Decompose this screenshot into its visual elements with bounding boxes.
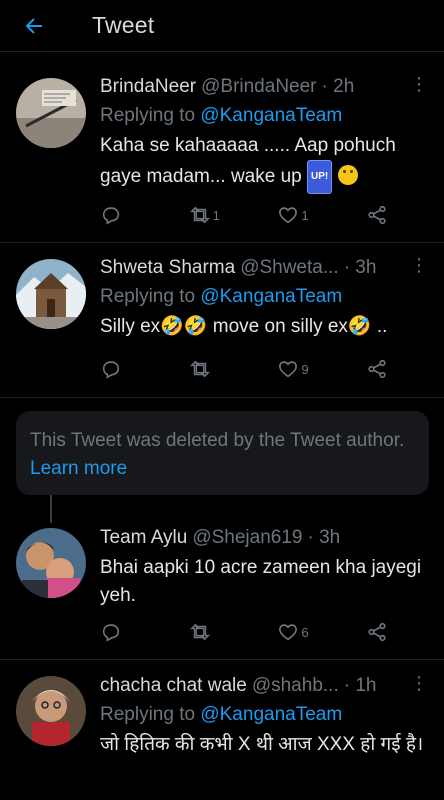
- retweet-button[interactable]: [189, 621, 261, 643]
- tweet-time: · 2h: [321, 76, 355, 97]
- avatar[interactable]: [16, 78, 86, 148]
- heart-icon: [279, 207, 298, 224]
- more-icon[interactable]: ⋮: [410, 255, 428, 275]
- replying-to: Replying to @KanganaTeam: [100, 286, 343, 307]
- tweet-actions: 1 1: [100, 203, 390, 227]
- tweet-item[interactable]: Shweta Sharma @Shweta... · 3h ⋮ Replying…: [0, 243, 444, 398]
- author-name[interactable]: BrindaNeer: [100, 74, 196, 100]
- arrow-left-icon: [25, 17, 42, 34]
- tweet-actions: 6: [100, 620, 390, 644]
- tweet-actions: 9: [100, 357, 390, 381]
- tweet-item[interactable]: Team Aylu @Shejan619 · 3h Bhai aapki 10 …: [0, 508, 444, 660]
- tweet-item[interactable]: BrindaNeer @BrindaNeer · 2h ⋮ Replying t…: [0, 60, 444, 243]
- retweet-icon: [189, 623, 210, 641]
- learn-more-link[interactable]: Learn more: [30, 458, 127, 479]
- reply-button[interactable]: [100, 621, 172, 643]
- tweet-text: जो हितिक की कभी X थी आज XXX हो गई है।: [100, 734, 424, 755]
- avatar[interactable]: [16, 259, 86, 329]
- author-handle[interactable]: @Shweta...: [240, 255, 339, 281]
- more-icon[interactable]: ⋮: [410, 673, 428, 693]
- retweet-button[interactable]: [189, 358, 261, 380]
- like-button[interactable]: 6: [277, 621, 349, 643]
- heart-icon: [279, 624, 298, 641]
- reply-button[interactable]: [100, 204, 172, 226]
- author-handle[interactable]: @Shejan619: [192, 525, 302, 551]
- reply-handle-link[interactable]: @KanganaTeam: [200, 704, 342, 725]
- more-icon[interactable]: ⋮: [410, 74, 428, 94]
- replying-to: Replying to @KanganaTeam: [100, 105, 343, 126]
- page-title: Tweet: [92, 12, 155, 38]
- reply-icon: [102, 361, 120, 379]
- tweet-item[interactable]: chacha chat wale @shahb... · 1h ⋮ Replyi…: [0, 660, 444, 800]
- tweet-text: Kaha se kahaaaaa ..... Aap pohuch gaye m…: [100, 132, 434, 194]
- tweet-time: · 1h: [343, 675, 377, 696]
- share-button[interactable]: [366, 621, 390, 643]
- heart-icon: [279, 361, 298, 378]
- reply-handle-link[interactable]: @KanganaTeam: [200, 286, 342, 307]
- avatar[interactable]: [16, 676, 86, 746]
- like-button[interactable]: 1: [277, 204, 349, 226]
- reply-icon: [102, 207, 120, 225]
- like-button[interactable]: 9: [277, 358, 349, 380]
- up-emoji: UP!: [307, 160, 333, 194]
- reply-handle-link[interactable]: @KanganaTeam: [200, 105, 342, 126]
- retweet-icon: [189, 360, 210, 378]
- tweet-text: Bhai aapki 10 acre zameen kha jayegi yeh…: [100, 557, 422, 606]
- avatar[interactable]: [16, 528, 86, 598]
- replying-to: Replying to @KanganaTeam: [100, 704, 343, 725]
- author-handle[interactable]: @shahb...: [252, 673, 339, 699]
- share-button[interactable]: [366, 358, 390, 380]
- retweet-button[interactable]: 1: [189, 204, 261, 226]
- retweet-icon: [189, 206, 210, 224]
- tweet-time: · 3h: [307, 527, 341, 548]
- share-icon: [368, 622, 386, 642]
- top-app-bar: Tweet: [0, 0, 444, 52]
- tweet-time: · 3h: [343, 257, 377, 278]
- reply-icon: [102, 624, 120, 642]
- share-icon: [368, 359, 386, 379]
- tweet-text: Silly ex🤣🤣 move on silly ex🤣 ..: [100, 316, 388, 337]
- author-name[interactable]: Team Aylu: [100, 525, 187, 551]
- share-button[interactable]: [366, 204, 390, 226]
- author-name[interactable]: Shweta Sharma: [100, 255, 235, 281]
- back-button[interactable]: [8, 6, 60, 46]
- deleted-tweet-notice: This Tweet was deleted by the Tweet auth…: [16, 411, 429, 495]
- winking-face-emoji: [337, 165, 358, 185]
- author-name[interactable]: chacha chat wale: [100, 673, 247, 699]
- reply-button[interactable]: [100, 358, 172, 380]
- author-handle[interactable]: @BrindaNeer: [201, 74, 316, 100]
- share-icon: [368, 205, 386, 225]
